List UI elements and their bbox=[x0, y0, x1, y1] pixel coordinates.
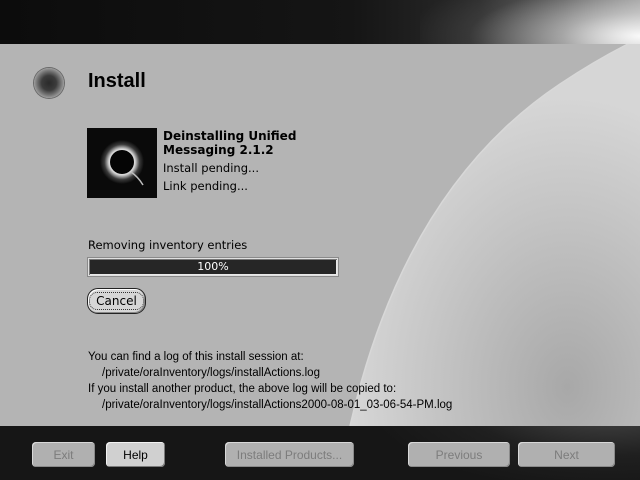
next-button[interactable]: Next bbox=[518, 442, 615, 467]
previous-button[interactable]: Previous bbox=[408, 442, 510, 467]
progress-bar: 100% bbox=[88, 258, 338, 276]
cancel-button[interactable]: Cancel bbox=[87, 288, 146, 314]
progress-label: Removing inventory entries bbox=[88, 238, 248, 252]
log-info: You can find a log of this install sessi… bbox=[88, 349, 452, 413]
bottom-bar: Exit Help Installed Products... Previous… bbox=[0, 426, 640, 480]
product-title: Deinstalling Unified Messaging 2.1.2 bbox=[163, 129, 297, 157]
progress-percent: 100% bbox=[197, 260, 229, 273]
orb-icon bbox=[34, 68, 64, 98]
help-button[interactable]: Help bbox=[106, 442, 165, 467]
page-title: Install bbox=[88, 70, 146, 92]
install-status: Deinstalling Unified Messaging 2.1.2 Ins… bbox=[163, 129, 333, 193]
log-line-2: If you install another product, the abov… bbox=[88, 383, 397, 395]
cancel-button-label: Cancel bbox=[89, 292, 144, 310]
eclipse-icon bbox=[87, 128, 157, 198]
exit-button[interactable]: Exit bbox=[32, 442, 95, 467]
top-band bbox=[0, 0, 640, 44]
main-panel: Install Deinstalling Unified Messaging 2… bbox=[0, 44, 640, 426]
top-band-glow bbox=[420, 0, 640, 44]
log-path-2: /private/oraInventory/logs/installAction… bbox=[102, 399, 453, 411]
log-line-1: You can find a log of this install sessi… bbox=[88, 351, 304, 363]
log-path-1: /private/oraInventory/logs/installAction… bbox=[102, 367, 320, 379]
install-status-text: Install pending... bbox=[163, 161, 259, 175]
installed-products-button[interactable]: Installed Products... bbox=[225, 442, 354, 467]
link-status-text: Link pending... bbox=[163, 179, 248, 193]
